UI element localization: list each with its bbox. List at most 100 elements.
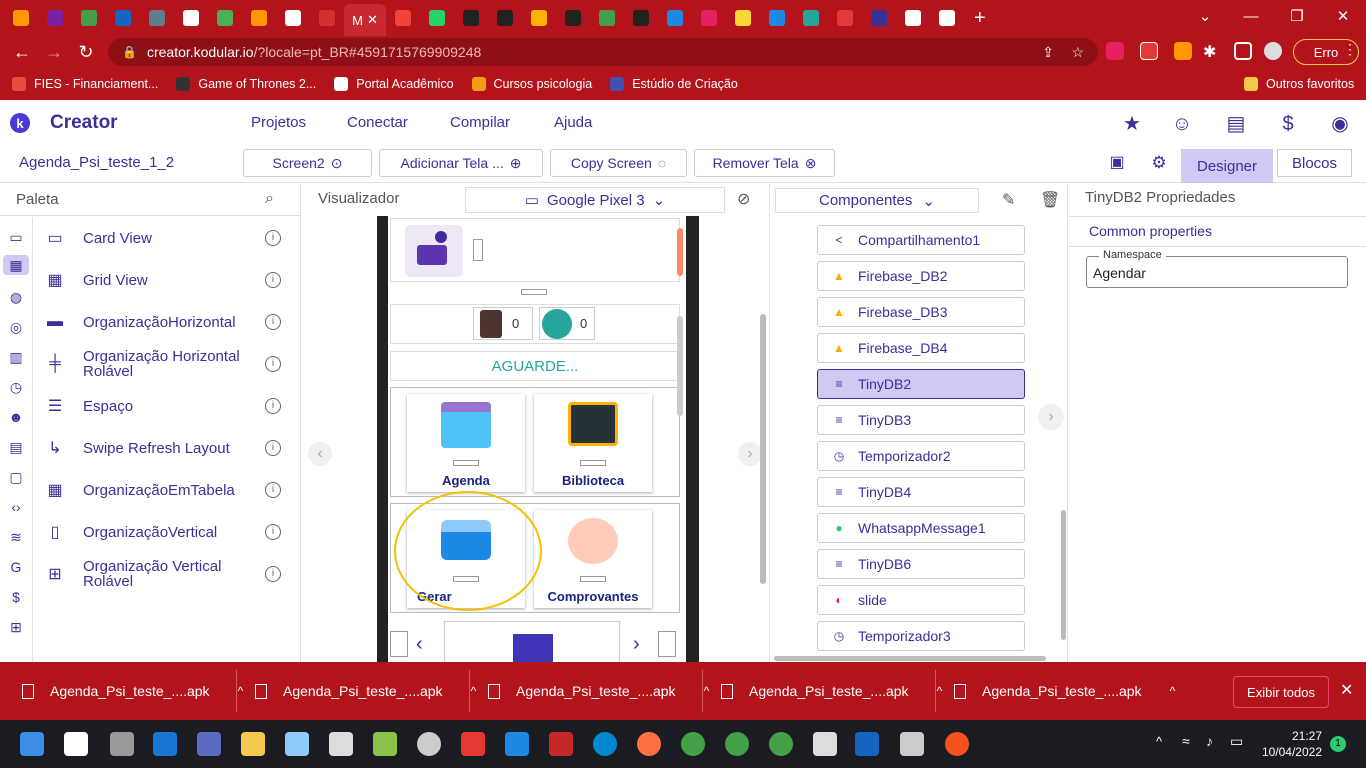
firefox-icon[interactable] [637,732,661,756]
browser-tab[interactable] [72,4,106,32]
app-icon[interactable] [505,732,529,756]
components-selector[interactable]: Componentes ⌄ [775,188,979,213]
back-icon[interactable]: ← [6,42,38,63]
browser-tab[interactable] [140,4,174,32]
download-options-icon[interactable]: ^ [937,684,943,698]
phone-scrollbar[interactable] [677,316,683,416]
component-item[interactable]: ▲ Firebase_DB4 [817,333,1025,363]
palette-item[interactable]: ☰ Espaço i [33,385,301,427]
chrome-icon[interactable] [725,732,749,756]
url-input[interactable]: 🔒 creator.kodular.io/?locale=pt_BR#45917… [108,38,1098,66]
browser-tab[interactable] [208,4,242,32]
browser-tab[interactable] [420,4,454,32]
browser-tab[interactable] [896,4,930,32]
palette-item[interactable]: ▬ OrganizaçãoHorizontal i [33,301,301,343]
browser-tab[interactable] [930,4,964,32]
tools-icon[interactable] [329,732,353,756]
browser-tab[interactable] [862,4,896,32]
rename-pencil-icon[interactable]: ✎ [1002,190,1015,210]
category-maps-icon[interactable]: ▥ [6,347,26,367]
download-options-icon[interactable]: ^ [1170,684,1176,698]
browser-tab[interactable] [692,4,726,32]
reload-icon[interactable]: ↻ [70,42,102,63]
info-icon[interactable]: i [265,566,281,582]
community-icon[interactable]: ☺ [1171,113,1193,135]
info-icon[interactable]: i [265,524,281,540]
component-item[interactable]: ≡ TinyDB4 [817,477,1025,507]
browser-tab[interactable] [454,4,488,32]
category-monetization-icon[interactable]: $ [6,587,26,607]
chrome-icon[interactable] [945,732,969,756]
browser-tab[interactable] [4,4,38,32]
component-item[interactable]: ≡ TinyDB3 [817,405,1025,435]
viewer-next-icon[interactable]: › [738,442,762,466]
start-icon[interactable] [20,732,44,756]
namespace-field[interactable]: Namespace Agendar [1086,249,1348,288]
component-item[interactable]: ▲ Firebase_DB3 [817,297,1025,327]
component-item[interactable]: ◷ Temporizador2 [817,441,1025,471]
word-icon[interactable] [855,732,879,756]
component-item[interactable]: ◐ slide [817,585,1025,615]
browser-tab[interactable] [760,4,794,32]
info-icon[interactable]: i [265,314,281,330]
category-ui-icon[interactable]: ▭ [6,227,26,247]
remove-screen-button[interactable]: Remover Tela ⊗ [694,149,835,177]
category-drawing-icon[interactable]: ◎ [6,317,26,337]
viewer-scrollbar[interactable] [760,314,766,584]
wifi-icon[interactable]: ≈ [1182,733,1190,749]
component-item[interactable]: ● WhatsappMessage1 [817,513,1025,543]
component-item[interactable]: ≡ TinyDB2 [817,369,1025,399]
palette-item[interactable]: ▦ Grid View i [33,259,301,301]
edge-icon[interactable] [593,732,617,756]
close-tab-icon[interactable]: ✕ [367,12,378,28]
component-item[interactable]: ▲ Firebase_DB2 [817,261,1025,291]
info-icon[interactable]: i [265,272,281,288]
browser-tab[interactable] [488,4,522,32]
palette-item[interactable]: ▭ Card View i [33,217,301,259]
profile-avatar[interactable] [1264,42,1282,60]
category-extensions-icon[interactable]: ⊞ [6,617,26,637]
browser-tab[interactable] [624,4,658,32]
category-code-icon[interactable]: ‹› [6,497,26,517]
explorer-icon[interactable] [241,732,265,756]
component-item[interactable]: ≡ TinyDB6 [817,549,1025,579]
download-item[interactable]: Agenda_Psi_teste_....apk ^ [721,662,942,720]
delete-trash-icon[interactable]: 🗑 [1040,190,1060,210]
menu-projetos[interactable]: Projetos [251,114,306,131]
tab-active[interactable]: M ✕ [344,4,386,36]
browser-tab[interactable] [658,4,692,32]
minimize-button[interactable]: — [1228,0,1274,32]
volume-icon[interactable]: ♪ [1206,733,1213,749]
bookmark-item[interactable]: Cursos psicologia [471,77,592,91]
dollar-icon[interactable]: $ [1277,113,1299,135]
account-icon[interactable]: ◉ [1329,113,1351,135]
palette-item[interactable]: ↳ Swipe Refresh Layout i [33,427,301,469]
tab-search-icon[interactable]: ⌄ [1182,0,1228,32]
menu-conectar[interactable]: Conectar [347,114,408,131]
card-comprovantes[interactable]: Comprovantes [534,510,652,608]
gallery-icon[interactable]: ▣ [1106,152,1128,174]
browser-tab[interactable] [794,4,828,32]
browser-tab[interactable] [522,4,556,32]
task-view-icon[interactable] [110,732,134,756]
category-storage-icon[interactable]: ▤ [6,437,26,457]
info-icon[interactable]: i [265,398,281,414]
components-next-icon[interactable]: › [1038,404,1064,430]
card-agenda[interactable]: Agenda [407,394,525,492]
widgets-icon[interactable] [153,732,177,756]
download-item[interactable]: Agenda_Psi_teste_....apk ^ [255,662,476,720]
category-media-icon[interactable]: ◍ [6,287,26,307]
component-item[interactable]: < Compartilhamento1 [817,225,1025,255]
share-icon[interactable]: ⇪ [1042,44,1054,61]
chrome-icon[interactable] [681,732,705,756]
extension-metamask-icon[interactable] [1174,42,1192,60]
notification-badge[interactable]: 1 [1330,736,1346,752]
palette-item[interactable]: ▯ OrganizaçãoVertical i [33,511,301,553]
extension-play-icon[interactable] [1106,42,1124,60]
palette-item[interactable]: ▦ OrganizaçãoEmTabela i [33,469,301,511]
browser-tab[interactable] [556,4,590,32]
blocks-tab[interactable]: Blocos [1277,149,1352,177]
device-selector[interactable]: ▭ Google Pixel 3 ⌄ [465,187,725,213]
browser-tab[interactable] [828,4,862,32]
browser-tab[interactable] [276,4,310,32]
